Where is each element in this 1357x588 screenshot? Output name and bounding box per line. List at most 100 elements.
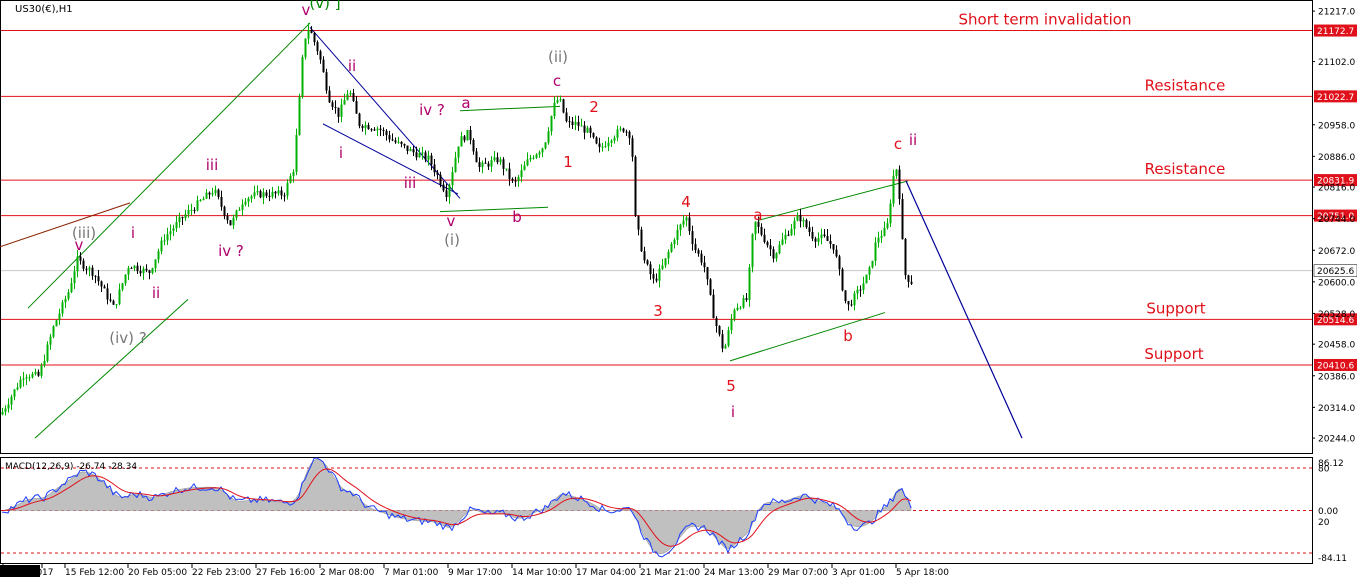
candle-body xyxy=(598,143,601,147)
candle-body xyxy=(421,152,424,154)
price-tick-label: 21102.0 xyxy=(1318,58,1355,68)
candle-body xyxy=(658,268,661,281)
level-tag-label: 20410.6 xyxy=(1317,361,1354,371)
candle-body xyxy=(553,102,556,117)
candle-body xyxy=(241,204,244,210)
candle-body xyxy=(244,201,247,205)
candle-body xyxy=(439,174,442,185)
candle-body xyxy=(79,256,82,261)
candle-body xyxy=(745,298,748,300)
candle-body xyxy=(700,253,703,263)
candle-body xyxy=(349,93,352,95)
candle-body xyxy=(394,140,397,143)
candle-body xyxy=(412,149,415,153)
chart-window[interactable]: 21172.7 Short term invalidation 21022.7 Res… xyxy=(0,0,1357,584)
price-chart[interactable]: 21172.7 Short term invalidation 21022.7 Res… xyxy=(0,0,1357,584)
price-tick-label: 20958.0 xyxy=(1318,121,1355,131)
candle-body xyxy=(190,209,193,211)
candle-body xyxy=(484,162,487,164)
wave-label: iii xyxy=(206,156,219,174)
candle-body xyxy=(388,135,391,140)
candle-body xyxy=(139,271,142,274)
candle-body xyxy=(1,411,4,415)
candle-body xyxy=(172,228,175,232)
candle-body xyxy=(238,209,241,211)
candle-body xyxy=(202,198,205,201)
candle-body xyxy=(151,268,154,274)
candle-body xyxy=(208,192,211,195)
candle-body xyxy=(637,215,640,230)
candle-body xyxy=(109,299,112,301)
candle-body xyxy=(331,102,334,107)
candle-body xyxy=(34,371,37,374)
candle-body xyxy=(262,192,265,198)
wave-label: v xyxy=(75,236,84,254)
candle-body xyxy=(835,249,838,257)
candle-body xyxy=(205,192,208,199)
candle-body xyxy=(508,168,511,179)
candle-body xyxy=(322,59,325,73)
candle-body xyxy=(829,240,832,244)
candle-body xyxy=(676,229,679,240)
candle-body xyxy=(124,274,127,284)
candle-body xyxy=(442,184,445,191)
candle-body xyxy=(385,130,388,136)
candle-body xyxy=(880,235,883,238)
candle-body xyxy=(562,99,565,113)
candle-body xyxy=(790,228,793,236)
candle-body xyxy=(397,141,400,143)
candle-body xyxy=(61,302,64,314)
candle-body xyxy=(40,365,43,376)
candle-body xyxy=(169,231,172,235)
candle-body xyxy=(514,180,517,182)
candle-body xyxy=(229,220,232,226)
candle-body xyxy=(163,240,166,242)
candle-body xyxy=(304,38,307,58)
wave-label: (v) ] xyxy=(309,0,340,12)
candle-body xyxy=(223,206,226,216)
candle-body xyxy=(715,318,718,326)
candle-body xyxy=(766,241,769,246)
candle-body xyxy=(517,176,520,182)
candle-body xyxy=(856,289,859,294)
candle-body xyxy=(4,408,7,412)
macd-tick-label: 0.00 xyxy=(1318,507,1338,517)
candle-body xyxy=(145,268,148,271)
candle-body xyxy=(46,344,49,362)
candle-body xyxy=(337,107,340,117)
level-annotation: Support xyxy=(1146,299,1205,317)
candle-body xyxy=(22,378,25,380)
macd-tick-label: 20 xyxy=(1318,518,1330,528)
level-annotation: Resistance xyxy=(1145,160,1226,178)
candle-body xyxy=(529,157,532,160)
candle-body xyxy=(910,281,913,284)
candle-body xyxy=(340,104,343,117)
date-label: 5 Apr 18:00 xyxy=(896,568,949,578)
candle-body xyxy=(505,168,508,170)
date-label: 22 Feb 23:00 xyxy=(192,568,251,578)
date-label: 14 Mar 10:00 xyxy=(512,568,572,578)
candle-body xyxy=(295,135,298,172)
candle-body xyxy=(82,260,85,269)
candle-body xyxy=(325,72,328,91)
current-price-label: 20625.6 xyxy=(1317,267,1354,277)
candle-body xyxy=(52,326,55,337)
candle-body xyxy=(154,259,157,269)
candle-body xyxy=(619,128,622,130)
candle-body xyxy=(844,290,847,302)
candle-body xyxy=(535,154,538,158)
wave-label: ii xyxy=(348,57,356,75)
candle-body xyxy=(724,345,727,349)
candle-body xyxy=(430,155,433,165)
candle-body xyxy=(274,191,277,194)
price-tick-label: 20386.0 xyxy=(1318,372,1355,382)
candle-body xyxy=(472,140,475,152)
candle-body xyxy=(523,165,526,171)
candle-body xyxy=(706,267,709,280)
candle-body xyxy=(391,139,394,141)
candle-body xyxy=(616,129,619,138)
candle-body xyxy=(760,226,763,235)
candle-body xyxy=(889,203,892,224)
candle-body xyxy=(787,234,790,236)
candle-body xyxy=(871,260,874,268)
